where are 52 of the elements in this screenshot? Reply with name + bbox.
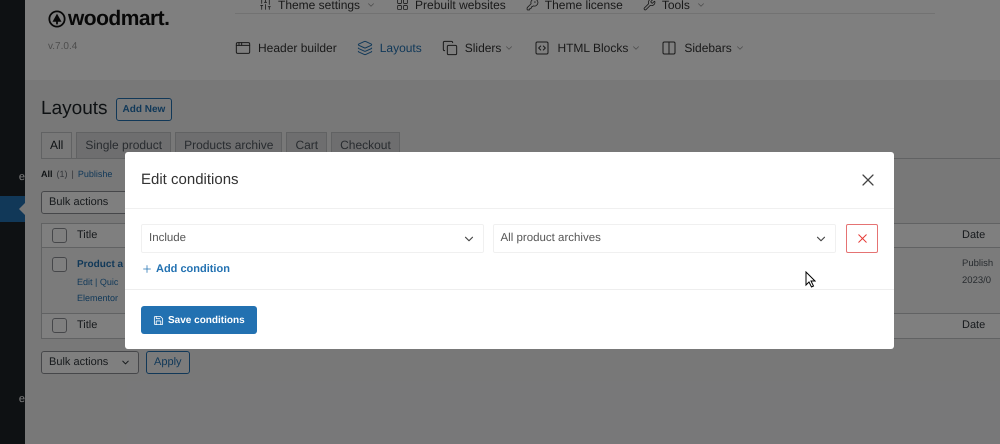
wrench-icon [642,0,656,11]
filter-tab[interactable]: Single product [76,132,172,158]
plus-icon [141,263,153,276]
save-conditions-button[interactable]: Save conditions [141,306,257,334]
tree-logo-icon [48,10,66,28]
nav-link[interactable]: HTML Blocks [557,39,628,57]
separator-text: | [72,168,74,182]
filter-link[interactable]: Publishe [78,168,112,182]
row-action-link[interactable]: Elementor [77,292,118,306]
mouse-cursor-icon [805,271,816,288]
filter-tab[interactable]: All [41,132,72,158]
logo-text: woodmart. [68,8,170,29]
checkbox[interactable] [52,228,67,242]
top-menu-link[interactable]: Theme settings [278,0,360,10]
sidebar-item[interactable] [0,196,25,222]
condition-value-select[interactable]: All product archives [492,224,836,253]
checkbox[interactable] [52,318,67,333]
table-cell-text: Publish [962,256,994,270]
table-cell-text: 2023/0 [962,274,992,288]
copy-icon [442,40,458,56]
nav-link[interactable]: Header builder [258,39,337,57]
add-new-button[interactable]: Add New [116,98,172,121]
add-condition-link[interactable]: Add condition [141,261,230,278]
row-actions-text: Edit | Quic [77,276,118,289]
window-icon [235,40,251,56]
condition-type-select[interactable]: Include [141,224,484,253]
sidebar-item[interactable]: e [0,170,25,184]
nav-link[interactable]: Layouts [380,39,422,57]
page-title: Layouts [41,97,108,121]
top-menu-link[interactable]: Theme license [544,0,623,10]
column-header[interactable]: Date [962,317,986,334]
apply-button[interactable]: Apply [146,350,190,374]
bulk-actions-select[interactable]: Bulk actions [41,350,139,374]
dialog-title: Edit conditions [141,170,239,190]
top-menu-link[interactable]: Prebuilt websites [415,0,506,10]
columns-icon [661,40,678,56]
layers-icon [356,40,373,56]
code-icon [534,40,550,56]
grid-icon [396,0,410,11]
key-icon [526,0,539,11]
checkbox[interactable] [52,256,67,272]
column-header[interactable]: Date [962,226,986,244]
filter-link[interactable]: All [41,168,53,182]
remove-condition-button[interactable] [846,224,878,253]
sliders-icon [259,0,272,11]
row-title-link[interactable]: Product a [77,256,124,272]
count-text: (1) [56,168,68,182]
nav-link[interactable]: Sidebars [684,39,732,57]
top-menu-link[interactable]: Tools [662,0,690,10]
sidebar-item[interactable]: e [0,392,25,406]
current-pointer-icon [19,203,25,215]
nav-link[interactable]: Sliders [464,39,502,57]
